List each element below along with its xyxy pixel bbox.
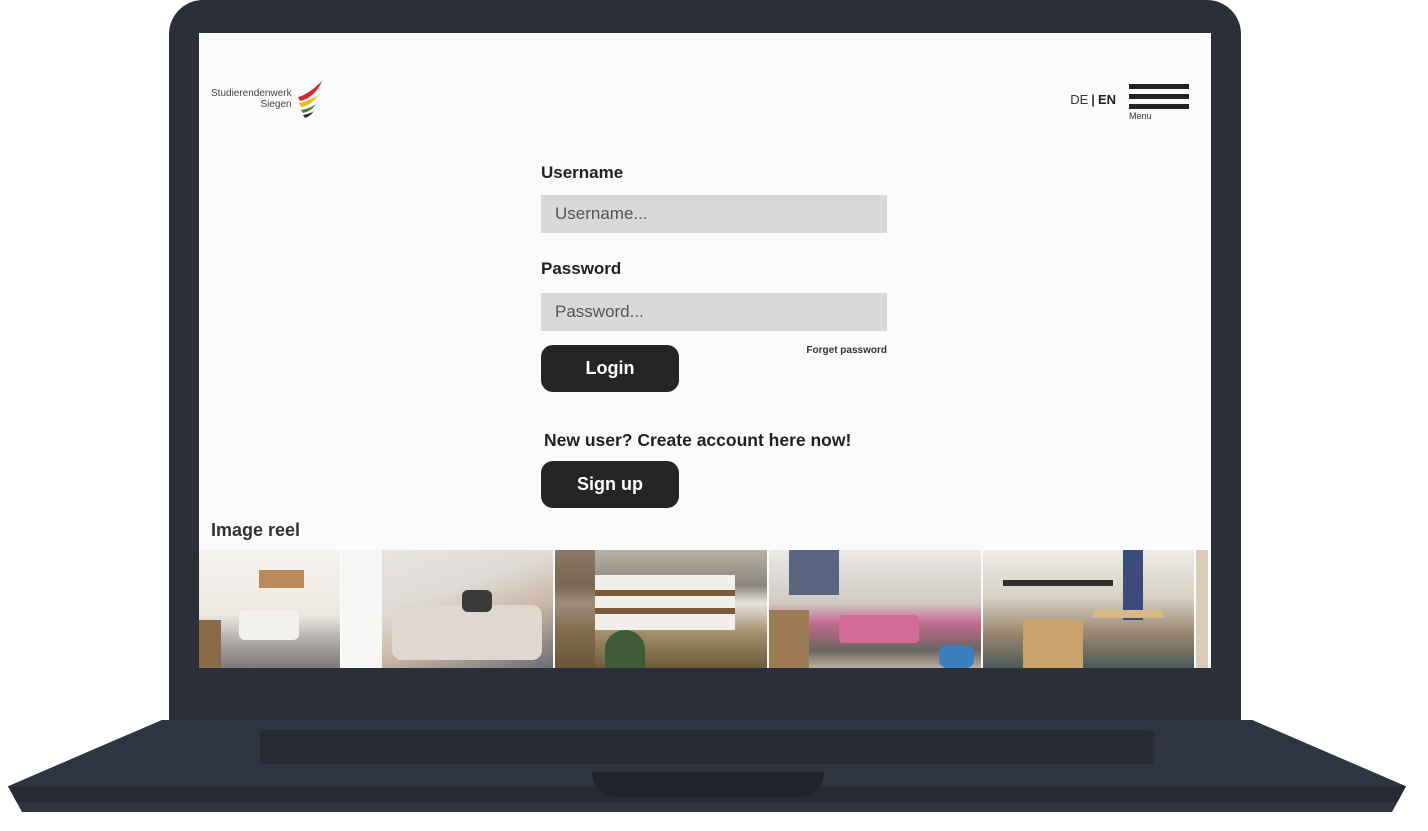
- login-button[interactable]: Login: [541, 345, 679, 392]
- screen: Studierendenwerk Siegen DE | EN Menu Usern…: [199, 33, 1211, 668]
- password-input[interactable]: [541, 293, 887, 331]
- password-label: Password: [541, 259, 622, 278]
- reel-image[interactable]: [199, 550, 340, 668]
- login-form: Username Password Login Forget password …: [541, 163, 887, 508]
- image-reel-title: Image reel: [211, 520, 301, 540]
- lang-de-link[interactable]: DE: [1070, 92, 1088, 107]
- logo-line2: Siegen: [260, 99, 292, 110]
- lang-en-link[interactable]: EN: [1098, 92, 1116, 107]
- new-user-prompt: New user? Create account here now!: [544, 430, 852, 450]
- signup-button[interactable]: Sign up: [541, 461, 679, 508]
- menu-button[interactable]: Menu: [1129, 84, 1189, 121]
- menu-label: Menu: [1129, 111, 1152, 121]
- reel-image[interactable]: [769, 550, 981, 668]
- laptop-mockup: Studierendenwerk Siegen DE | EN Menu Usern…: [0, 0, 1428, 831]
- logo-swoosh-icon: [297, 81, 322, 118]
- username-label: Username: [541, 163, 624, 182]
- language-switcher: DE | EN: [1070, 92, 1116, 107]
- brand-logo[interactable]: Studierendenwerk Siegen: [211, 79, 326, 119]
- reel-image[interactable]: [342, 550, 553, 668]
- username-input[interactable]: [541, 195, 887, 233]
- reel-image[interactable]: [983, 550, 1194, 668]
- hamburger-icon: [1129, 84, 1189, 89]
- reel-image[interactable]: [555, 550, 767, 668]
- image-reel[interactable]: [199, 550, 1211, 668]
- laptop-notch: [592, 772, 824, 797]
- logo-line1: Studierendenwerk: [211, 88, 292, 99]
- reel-image[interactable]: [1196, 550, 1208, 668]
- keyboard: [259, 730, 1155, 764]
- forget-password-link[interactable]: Forget password: [806, 345, 887, 356]
- lang-separator: |: [1091, 92, 1095, 107]
- laptop-base: [8, 720, 1406, 812]
